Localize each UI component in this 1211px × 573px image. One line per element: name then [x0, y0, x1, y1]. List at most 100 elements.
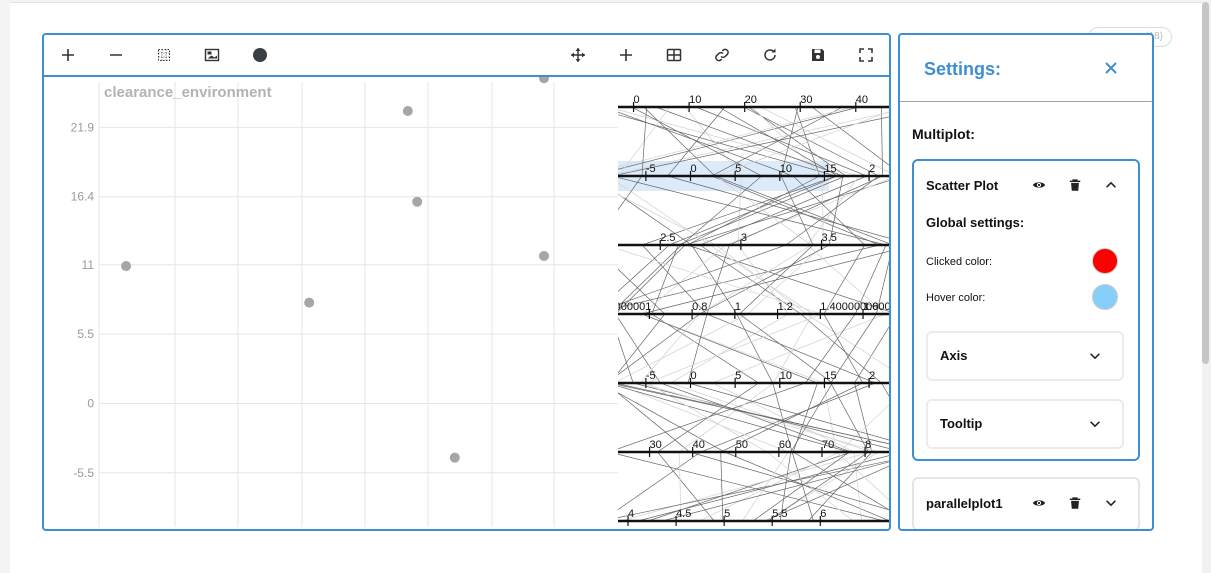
floppy-icon: [812, 49, 824, 61]
axis-tick-label: 0: [691, 163, 697, 175]
axis-tick-label: 8: [865, 439, 871, 451]
eye-icon: [1032, 182, 1046, 188]
clicked-color-swatch[interactable]: [1092, 248, 1118, 274]
y-tick-label: -5.5: [73, 466, 94, 480]
visibility-button[interactable]: [1030, 494, 1048, 512]
axis-tick-label: 2: [869, 163, 875, 175]
axis-tick-label: 70: [822, 439, 834, 451]
image-button[interactable]: [198, 43, 226, 67]
scatter-title: clearance_environment: [104, 84, 272, 101]
close-settings-button[interactable]: [1100, 57, 1122, 79]
link-button[interactable]: [708, 43, 736, 67]
refresh-icon: [764, 48, 776, 61]
axis-tick-label: 30: [800, 94, 812, 106]
plus-icon: [62, 49, 74, 61]
hover-color-swatch[interactable]: [1092, 284, 1118, 310]
trash-icon: [1069, 497, 1081, 509]
card-title: parallelplot1: [926, 496, 1003, 511]
global-settings-label: Global settings:: [926, 215, 1025, 230]
y-tick-label: 16.4: [71, 190, 95, 204]
axis-tick-label: 0: [634, 94, 640, 106]
link-icon: [715, 48, 729, 62]
multiplot-label: Multiplot:: [912, 126, 975, 142]
trash-icon: [1069, 179, 1081, 191]
refresh-button[interactable]: [756, 43, 784, 67]
y-tick-label: 5.5: [77, 327, 94, 341]
axis-tick-label: 6: [820, 508, 826, 520]
box-select-button[interactable]: [150, 43, 178, 67]
y-tick-label: 11: [82, 258, 95, 272]
tooltip-section-label: Tooltip: [940, 416, 983, 431]
scrollbar-thumb[interactable]: [1202, 2, 1209, 364]
move-arrows-icon: [571, 48, 585, 62]
axis-tick-label: 3.5: [822, 232, 837, 244]
axis-tick-label: 40: [856, 94, 868, 106]
axis-tick-label: 1: [735, 301, 741, 313]
y-tick-label: 21.9: [71, 120, 95, 134]
axis-tick-label: 2.5: [660, 232, 675, 244]
fullscreen-button[interactable]: [852, 43, 880, 67]
plus-icon: [620, 49, 632, 61]
axis-section[interactable]: Axis: [926, 331, 1124, 381]
settings-header: Settings:: [900, 35, 1152, 102]
add-button[interactable]: [612, 43, 640, 67]
scatter-plot-card: Scatter Plot Global settings: Clicked co…: [912, 159, 1140, 461]
axis-tick-label: 0000000001: [618, 301, 651, 313]
collapse-button[interactable]: [1102, 176, 1120, 194]
axis-tick-label: -5: [646, 163, 656, 175]
expand-icon: [859, 48, 873, 62]
axis-tick-label: 5: [735, 370, 741, 382]
data-point[interactable]: [539, 77, 549, 84]
data-point[interactable]: [304, 297, 315, 308]
axis-tick-label: 1.2: [778, 301, 793, 313]
image-icon: [204, 48, 220, 62]
axis-tick-label: 3: [741, 232, 747, 244]
delete-button[interactable]: [1066, 176, 1084, 194]
zoom-in-button[interactable]: [54, 43, 82, 67]
axis-tick-label: 60: [779, 439, 791, 451]
dotted-square-icon: [158, 49, 170, 61]
zoom-out-button[interactable]: [102, 43, 130, 67]
data-point[interactable]: [412, 196, 423, 207]
filled-circle-icon: [253, 48, 267, 62]
axis-tick-label: 40: [693, 439, 705, 451]
chevron-down-icon: [1090, 353, 1100, 360]
axis-section-label: Axis: [940, 348, 968, 363]
multiplot-panel: clearance_environment 21.9 16.4 11 5.5 0 -5.5…: [42, 33, 891, 531]
axis-tick-label: -5: [646, 370, 656, 382]
data-point[interactable]: [539, 250, 549, 261]
scatter-plot[interactable]: clearance_environment 21.9 16.4 11 5.5 0 -5.5: [44, 77, 618, 531]
data-point[interactable]: [121, 261, 132, 272]
hover-color-label: Hover color:: [926, 292, 986, 304]
parallel-coordinates-plot[interactable]: 010203040-505101522.533.500000000010.811…: [618, 77, 891, 531]
save-button[interactable]: [804, 43, 832, 67]
axis-tick-label: 10: [780, 370, 792, 382]
visibility-button[interactable]: [1030, 176, 1048, 194]
axis-tick-label: 30: [650, 439, 662, 451]
data-point[interactable]: [449, 452, 460, 463]
axis-tick-label: 15: [824, 163, 836, 175]
grid-button[interactable]: [660, 43, 688, 67]
axis-tick-label: 2: [869, 370, 875, 382]
plot-toolbar: [44, 35, 889, 77]
expand-button[interactable]: [1102, 494, 1120, 512]
axis-tick-label: 0: [691, 370, 697, 382]
axis-tick-label: 20: [745, 94, 757, 106]
close-icon: [1105, 62, 1117, 74]
clicked-color-label: Clicked color:: [926, 256, 993, 268]
point-toggle-button[interactable]: [246, 43, 274, 67]
axis-tick-label: 5: [724, 508, 730, 520]
tooltip-section[interactable]: Tooltip: [926, 399, 1124, 449]
chevron-down-icon: [1106, 500, 1116, 507]
axis-tick-label: 1.4000000000000001: [820, 301, 891, 313]
card-title: Scatter Plot: [926, 178, 999, 193]
parallelplot-card: parallelplot1: [912, 477, 1140, 529]
grid-icon: [666, 48, 682, 62]
page-scrollbar[interactable]: [1202, 0, 1211, 572]
minus-icon: [110, 54, 122, 56]
axis-tick-label: 1.6: [863, 301, 878, 313]
axis-tick-label: 5: [735, 163, 741, 175]
delete-button[interactable]: [1066, 494, 1084, 512]
pan-button[interactable]: [564, 43, 592, 67]
data-point[interactable]: [402, 105, 413, 116]
